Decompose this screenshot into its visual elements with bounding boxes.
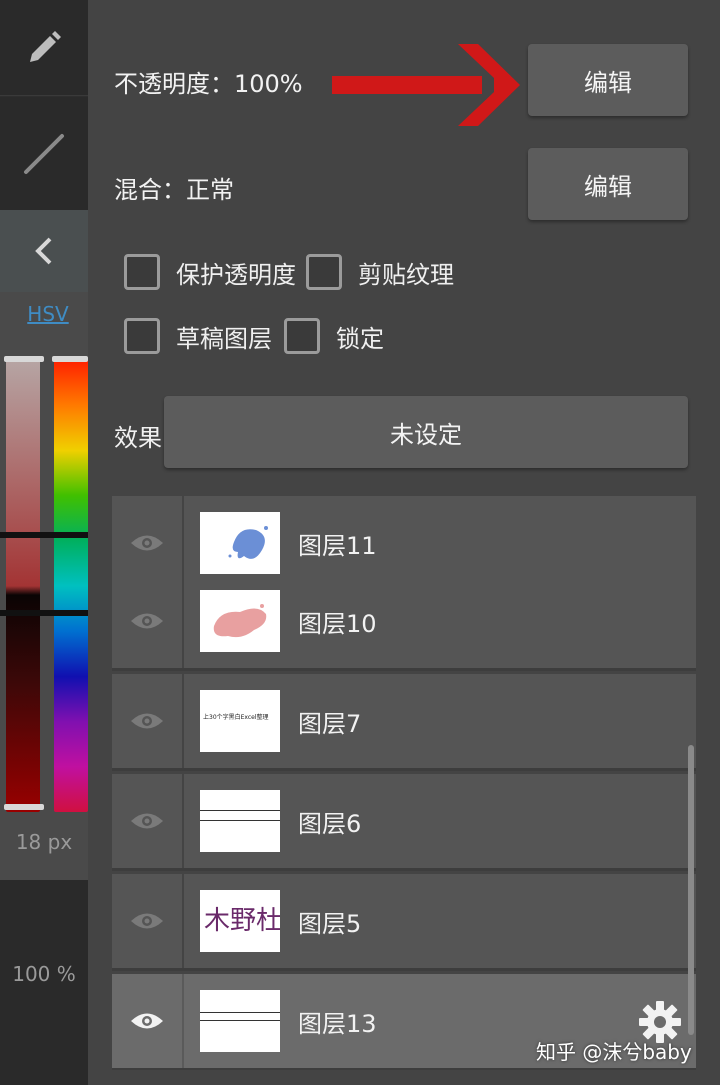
hue-slider[interactable] [54,360,88,812]
chevron-left-icon [35,237,52,265]
visibility-toggle[interactable] [112,774,184,868]
lock-label: 锁定 [336,324,384,353]
layer-thumbnail: 木野杜 [200,890,280,952]
layer-thumbnail [200,790,280,852]
draft-layer-checkbox[interactable] [124,318,160,354]
clipping-checkbox[interactable] [306,254,342,290]
layer-list-scrollbar[interactable] [688,745,694,1035]
pen-tool-button[interactable] [0,0,88,96]
layer-thumbnail [200,512,280,574]
slider-handle[interactable] [4,356,44,362]
layer-name: 图层6 [298,809,362,838]
eye-icon [131,713,163,729]
protect-alpha-checkbox[interactable] [124,254,160,290]
layer-row[interactable]: 上30个字黑白Excel整理 图层7 [112,674,696,771]
protect-alpha-option[interactable]: 保护透明度 [124,254,296,290]
layer-name: 图层5 [298,909,362,938]
visibility-toggle[interactable] [112,574,184,668]
eye-icon [131,813,163,829]
blend-mode-label: 混合：正常 [114,176,234,204]
layer-thumbnail [200,590,280,652]
layer-name: 图层7 [298,709,362,738]
collapse-panel-button[interactable] [0,210,88,292]
layer-name: 图层10 [298,609,377,638]
slider-divider [0,532,88,538]
lock-option[interactable]: 锁定 [284,318,384,354]
draft-layer-label: 草稿图层 [176,324,272,353]
brush-opacity-value[interactable]: 100 % [0,962,88,986]
left-toolbar: HSV 18 px 100 % [0,0,88,1085]
visibility-toggle[interactable] [112,674,184,768]
thumbnail-text: 上30个字黑白Excel整理 [203,714,269,721]
eye-icon [131,613,163,629]
left-bottom-area: 100 % [0,880,88,1085]
eye-icon [131,535,163,551]
layer-thumbnail: 上30个字黑白Excel整理 [200,690,280,752]
layer-row[interactable]: 图层10 [112,574,696,671]
blend-edit-button[interactable]: 编辑 [528,148,688,220]
draft-layer-option[interactable]: 草稿图层 [124,318,272,354]
layer-name: 图层11 [298,531,377,560]
layer-properties-panel: 不透明度：100% 编辑 混合：正常 编辑 保护透明度 剪贴纹理 草稿图层 锁定… [88,0,720,1085]
watermark: 知乎 @沫兮baby [536,1040,692,1064]
effect-select-button[interactable]: 未设定 [164,396,688,468]
eye-icon [131,1013,163,1029]
layer-list: 图层11 图层10 上30个字黑白Excel整理 图层7 图层6 木野杜 图层5… [112,496,696,1070]
clipping-option[interactable]: 剪贴纹理 [306,254,454,290]
visibility-toggle[interactable] [112,874,184,968]
lock-checkbox[interactable] [284,318,320,354]
saturation-value-slider[interactable] [6,360,40,812]
layer-row[interactable]: 木野杜 图层5 [112,874,696,971]
line-tool-button[interactable] [0,97,88,210]
clipping-label: 剪贴纹理 [358,260,454,289]
opacity-label: 不透明度：100% [114,70,303,98]
effect-label: 效果 [114,424,162,452]
layer-name: 图层13 [298,1009,377,1038]
thumbnail-text: 木野杜 [204,906,280,936]
visibility-toggle[interactable] [112,974,184,1068]
color-picker: HSV 18 px [0,292,88,880]
slider-handle[interactable] [4,804,44,810]
pencil-icon [30,30,61,62]
red-arrow-annotation [332,44,520,126]
slider-handle[interactable] [52,356,88,362]
protect-alpha-label: 保护透明度 [176,260,296,289]
layer-thumbnail [200,990,280,1052]
line-tool-icon [24,133,64,174]
layer-row[interactable]: 图层6 [112,774,696,871]
slider-divider [0,610,88,616]
opacity-edit-button[interactable]: 编辑 [528,44,688,116]
brush-size-value[interactable]: 18 px [0,830,88,854]
hsv-tab[interactable]: HSV [22,302,74,326]
eye-icon [131,913,163,929]
